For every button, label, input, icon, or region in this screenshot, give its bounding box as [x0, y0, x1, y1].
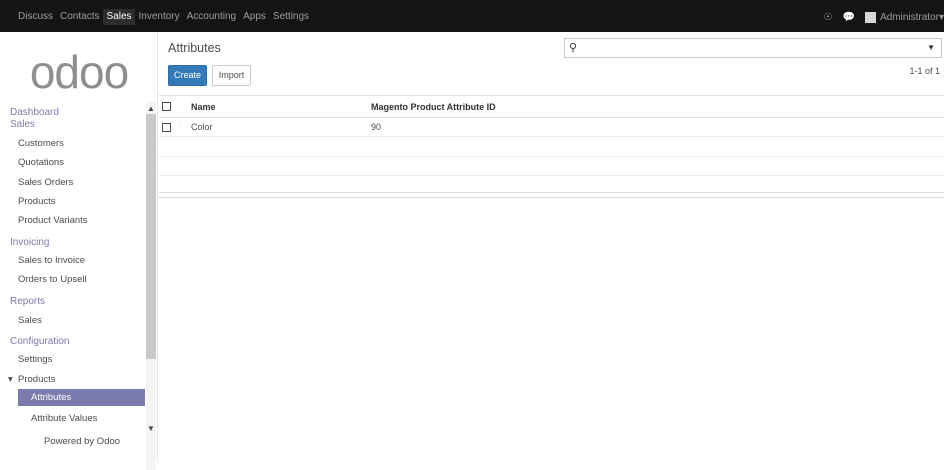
sidebar-item-settings[interactable]: Settings: [18, 353, 52, 367]
select-all-checkbox[interactable]: [162, 102, 171, 111]
cell-magento-id: 90: [371, 122, 382, 132]
top-navbar: Discuss Contacts Sales Inventory Account…: [0, 0, 944, 32]
row-checkbox[interactable]: [162, 123, 171, 132]
sidebar-section-sales: Sales: [10, 119, 36, 130]
caret-down-icon[interactable]: ▾: [8, 373, 13, 387]
import-button[interactable]: Import: [212, 65, 251, 86]
sidebar-item-attributes[interactable]: Attributes: [18, 389, 145, 406]
scroll-up-icon[interactable]: ▲: [147, 104, 155, 113]
app-menu: Discuss Contacts Sales Inventory Account…: [15, 9, 313, 25]
sidebar-item-customers[interactable]: Customers: [18, 137, 64, 151]
sidebar-item-product-variants[interactable]: Product Variants: [18, 214, 88, 228]
user-menu[interactable]: Administrator: [880, 12, 939, 23]
nav-apps[interactable]: Apps: [240, 9, 269, 25]
cell-name: Color: [191, 122, 213, 132]
nav-inventory[interactable]: Inventory: [136, 9, 183, 25]
sidebar-item-quotations[interactable]: Quotations: [18, 156, 64, 170]
odoo-logo[interactable]: odoo: [0, 46, 158, 98]
sidebar-item-sales-orders[interactable]: Sales Orders: [18, 176, 73, 190]
chevron-down-icon[interactable]: ▾: [939, 12, 944, 23]
nav-discuss[interactable]: Discuss: [15, 9, 56, 25]
user-avatar-icon[interactable]: [865, 11, 877, 23]
sidebar-section-configuration: Configuration: [10, 336, 70, 347]
pager[interactable]: 1-1 of 1: [909, 66, 940, 76]
table-footer: [159, 192, 944, 198]
create-button[interactable]: Create: [168, 65, 207, 86]
nav-accounting[interactable]: Accounting: [184, 9, 239, 25]
drag-handle-icon[interactable]: ⋮: [176, 123, 182, 130]
page-title: Attributes: [168, 41, 221, 55]
search-input[interactable]: ⚲ ▼: [564, 38, 942, 58]
table-header: Name Magento Product Attribute ID: [159, 95, 944, 118]
sidebar-item-config-products[interactable]: Products: [18, 373, 56, 387]
nav-settings[interactable]: Settings: [270, 9, 312, 25]
sidebar: odoo Dashboard Sales Customers Quotation…: [0, 32, 158, 470]
empty-row: [159, 138, 944, 157]
column-header-magento-id[interactable]: Magento Product Attribute ID: [371, 102, 496, 112]
search-icon: ⚲: [569, 42, 578, 54]
sidebar-item-products[interactable]: Products: [18, 195, 56, 209]
control-panel: Attributes Create Import ⚲ ▼ 1-1 of 1: [159, 32, 944, 92]
nav-sales[interactable]: Sales: [103, 9, 135, 25]
sidebar-scroll-thumb[interactable]: [146, 114, 156, 359]
empty-row: [159, 157, 944, 176]
search-options-chevron-icon[interactable]: ▼: [927, 43, 935, 52]
chat-icon[interactable]: 💬: [843, 12, 855, 23]
sidebar-item-sales-to-invoice[interactable]: Sales to Invoice: [18, 254, 85, 268]
help-icon[interactable]: ☉: [824, 12, 833, 23]
logo-text: odoo: [29, 46, 129, 98]
powered-by-footer[interactable]: Powered by Odoo: [44, 436, 120, 447]
user-area: ☉ 💬 Administrator ▾: [824, 9, 944, 25]
sidebar-section-reports: Reports: [10, 296, 46, 307]
sidebar-item-attribute-values[interactable]: Attribute Values: [31, 412, 97, 426]
sidebar-item-orders-to-upsell[interactable]: Orders to Upsell: [18, 273, 87, 287]
table-row[interactable]: ⋮ Color 90: [159, 118, 944, 137]
nav-contacts[interactable]: Contacts: [57, 9, 102, 25]
column-header-name[interactable]: Name: [191, 102, 216, 112]
sidebar-item-reports-sales[interactable]: Sales: [18, 314, 42, 328]
sidebar-section-invoicing: Invoicing: [10, 237, 50, 248]
scroll-down-icon[interactable]: ▼: [147, 424, 155, 433]
